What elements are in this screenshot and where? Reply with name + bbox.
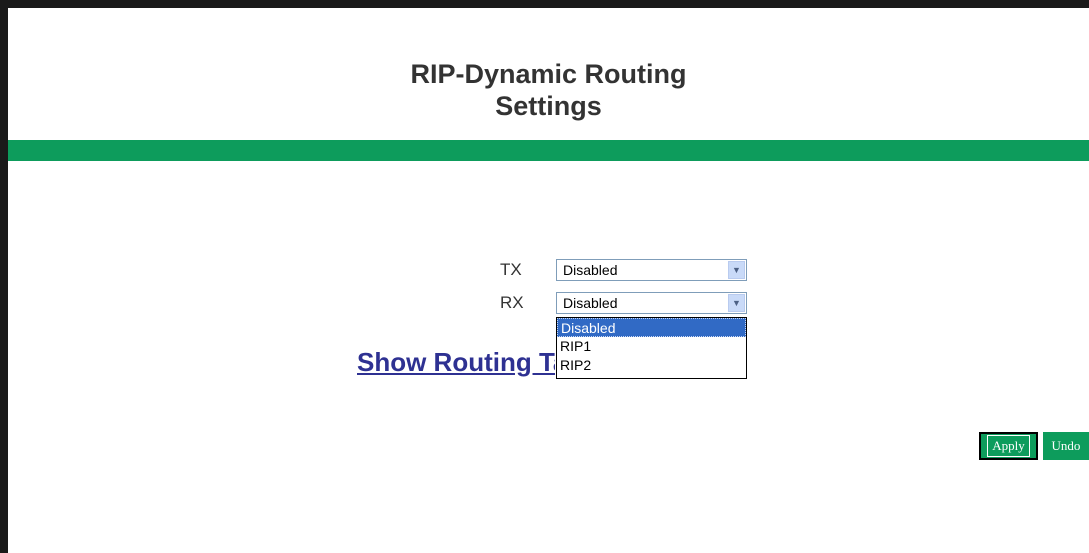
chevron-down-icon[interactable]: ▼ (728, 261, 745, 279)
rx-option-rip1[interactable]: RIP1 (557, 337, 746, 356)
rx-select[interactable]: Disabled ▼ (556, 292, 747, 314)
page-title: RIP-Dynamic Routing Settings (8, 58, 1089, 122)
undo-button[interactable]: Undo (1042, 432, 1089, 460)
page-title-line2: Settings (495, 91, 602, 121)
tx-label: TX (500, 260, 522, 279)
rx-option-rip2[interactable]: RIP2 (557, 356, 746, 375)
page-frame: RIP-Dynamic Routing Settings TX Disabled… (8, 8, 1089, 553)
rx-dropdown-list[interactable]: Disabled RIP1 RIP2 (556, 317, 747, 379)
chevron-down-icon[interactable]: ▼ (728, 294, 745, 312)
apply-button[interactable]: Apply (979, 432, 1038, 460)
tx-select-value: Disabled (563, 262, 618, 278)
page-title-line1: RIP-Dynamic Routing (410, 59, 687, 89)
header-divider-bar (8, 140, 1089, 161)
rx-option-disabled[interactable]: Disabled (557, 318, 746, 337)
tx-select[interactable]: Disabled ▼ (556, 259, 747, 281)
show-routing-link[interactable]: Show Routing Table (357, 347, 555, 383)
rx-select-value: Disabled (563, 295, 618, 311)
rx-label: RX (500, 293, 524, 312)
apply-button-label: Apply (987, 435, 1030, 457)
